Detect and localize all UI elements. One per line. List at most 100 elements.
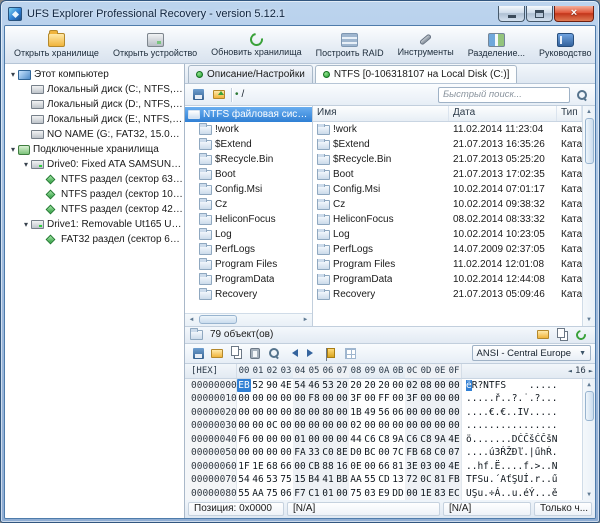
tree-item[interactable]: Локальный диск (E:, NTFS, 97.65ГБ): [5, 112, 184, 127]
hex-byte[interactable]: 56: [377, 406, 391, 420]
table-row[interactable]: PerfLogs 14.07.2009 02:37:05 Каталог: [313, 242, 582, 257]
hex-byte[interactable]: 02: [405, 378, 419, 392]
hex-byte[interactable]: 20: [349, 379, 363, 393]
up-folder-button[interactable]: [210, 87, 228, 103]
hex-byte[interactable]: 08: [419, 378, 433, 392]
hex-byte[interactable]: 00: [433, 405, 447, 419]
hex-byte[interactable]: 00: [433, 459, 447, 473]
column-header-date[interactable]: Дата: [449, 106, 557, 121]
grid-button[interactable]: [341, 345, 359, 361]
hex-byte[interactable]: C6: [363, 433, 377, 447]
hex-byte[interactable]: 00: [279, 433, 293, 447]
hex-byte[interactable]: 33: [307, 446, 321, 460]
copy-button[interactable]: [227, 345, 245, 361]
table-row[interactable]: Config.Msi 10.02.2014 07:01:17 Каталог: [313, 182, 582, 197]
table-row[interactable]: Program Files 11.02.2014 12:01:08 Каталог: [313, 257, 582, 272]
table-row[interactable]: HeliconFocus 08.02.2014 08:33:32 Каталог: [313, 212, 582, 227]
tree-item[interactable]: ▾ Drive1: Removable Ut165 USB USB2Flash..…: [5, 217, 184, 232]
hex-byte[interactable]: 00: [433, 392, 447, 406]
fs-folder-item[interactable]: PerfLogs: [185, 242, 312, 257]
hex-byte[interactable]: 00: [293, 419, 307, 433]
fs-folder-item[interactable]: Recovery: [185, 287, 312, 302]
copy-button[interactable]: [553, 327, 571, 343]
hex-ascii[interactable]: ....ú3ŔŽĐľ.|űhŔ.: [461, 446, 582, 460]
hex-byte[interactable]: 00: [447, 392, 461, 406]
find-button[interactable]: [265, 345, 283, 361]
hex-byte[interactable]: 00: [321, 392, 335, 406]
tree-item[interactable]: NTFS раздел (сектор 63, 50.69ГБ): [5, 172, 184, 187]
hex-byte[interactable]: 3F: [349, 392, 363, 406]
expander-icon[interactable]: ▾: [8, 145, 18, 155]
hex-byte[interactable]: 00: [391, 379, 405, 393]
hex-byte[interactable]: 9A: [391, 433, 405, 447]
maximize-button[interactable]: [526, 6, 553, 22]
hex-ascii[interactable]: TFSu.´AťŞUÍ.r..ű: [461, 473, 582, 487]
goto-left-button[interactable]: [284, 345, 302, 361]
tree-item[interactable]: ▾ Подключенные хранилища: [5, 142, 184, 157]
hex-byte[interactable]: 03: [363, 487, 377, 501]
hex-byte[interactable]: 46: [307, 378, 321, 392]
hex-byte[interactable]: 4E: [447, 459, 461, 473]
fs-folder-item[interactable]: Boot: [185, 167, 312, 182]
hex-byte[interactable]: D0: [349, 446, 363, 460]
encoding-select[interactable]: ANSI - Central Europe ▼: [471, 345, 591, 361]
hex-byte[interactable]: 00: [335, 432, 349, 446]
hex-byte[interactable]: 00: [363, 392, 377, 406]
hex-byte[interactable]: E9: [377, 487, 391, 501]
hex-byte[interactable]: 00: [237, 392, 251, 406]
hex-byte[interactable]: 20: [377, 379, 391, 393]
hex-byte[interactable]: 00: [391, 419, 405, 433]
scroll-up-icon[interactable]: ▲: [583, 106, 596, 118]
hex-byte[interactable]: 3E: [405, 459, 419, 473]
hex-byte[interactable]: C8: [377, 433, 391, 447]
hex-byte[interactable]: 16: [335, 459, 349, 473]
hex-byte[interactable]: 00: [251, 446, 265, 460]
hex-byte[interactable]: BC: [363, 446, 377, 460]
table-row[interactable]: Log 10.02.2014 10:23:05 Каталог: [313, 227, 582, 242]
hex-byte[interactable]: 00: [363, 419, 377, 433]
hex-byte[interactable]: FF: [377, 392, 391, 406]
search-button[interactable]: [573, 87, 591, 103]
fs-folder-item[interactable]: Cz: [185, 197, 312, 212]
table-row[interactable]: ProgramData 10.02.2014 12:44:08 Каталог: [313, 272, 582, 287]
hex-byte[interactable]: 75: [265, 487, 279, 501]
hex-byte[interactable]: 00: [433, 419, 447, 433]
save-button[interactable]: [189, 345, 207, 361]
hex-ascii[interactable]: ................: [461, 419, 582, 433]
goto-right-button[interactable]: [303, 345, 321, 361]
scroll-left-icon[interactable]: ◄: [185, 314, 198, 326]
hex-byte[interactable]: 0C: [265, 419, 279, 433]
expander-icon[interactable]: ▾: [8, 70, 18, 80]
hex-byte[interactable]: 00: [405, 405, 419, 419]
filelist-vscrollbar[interactable]: ▲ ▼: [582, 106, 595, 326]
toolbar-button-refresh[interactable]: Обновить хранилища: [205, 27, 307, 62]
hex-byte[interactable]: FB: [447, 473, 461, 487]
toolbar-button-manual[interactable]: Руководство: [533, 27, 595, 62]
toolbar-button-raid[interactable]: Построить RAID: [310, 27, 390, 62]
hex-byte[interactable]: 55: [363, 473, 377, 487]
tree-item[interactable]: NTFS раздел (сектор 106318233, 149...: [5, 187, 184, 202]
hex-byte[interactable]: 00: [447, 419, 461, 433]
expander-icon[interactable]: ▾: [21, 160, 31, 170]
hex-byte[interactable]: BB: [335, 473, 349, 487]
hex-byte[interactable]: 66: [279, 460, 293, 474]
hex-byte[interactable]: 72: [405, 473, 419, 487]
increase-bytes-icon[interactable]: ►: [589, 367, 593, 375]
table-row[interactable]: Cz 10.02.2014 09:38:32 Каталог: [313, 197, 582, 212]
hex-byte[interactable]: 3F: [405, 392, 419, 406]
fs-folder-item[interactable]: $Recycle.Bin: [185, 152, 312, 167]
hex-byte[interactable]: 90: [265, 379, 279, 393]
scrollbar-thumb[interactable]: [199, 315, 237, 324]
hex-byte[interactable]: 8E: [335, 446, 349, 460]
hex-byte[interactable]: 81: [391, 460, 405, 474]
hex-byte[interactable]: 00: [307, 405, 321, 419]
fs-folder-item[interactable]: Log: [185, 227, 312, 242]
hex-byte[interactable]: 00: [405, 419, 419, 433]
hex-byte[interactable]: 00: [251, 419, 265, 433]
hex-byte[interactable]: 4E: [279, 379, 293, 393]
tree-item[interactable]: ▾ Drive0: Fixed ATA SAMSUNG HD321KJ: [5, 157, 184, 172]
hex-byte[interactable]: 00: [447, 405, 461, 419]
hex-mode-label[interactable]: [HEX]: [185, 363, 237, 378]
scroll-up-icon[interactable]: ▲: [583, 379, 596, 391]
hex-byte[interactable]: 00: [335, 405, 349, 419]
